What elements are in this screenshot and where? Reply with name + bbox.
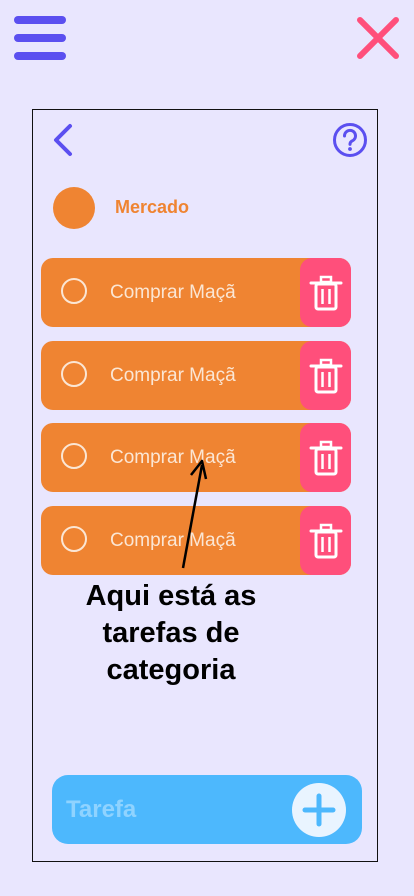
task-checkbox[interactable] bbox=[61, 278, 87, 304]
task-label: Comprar Maçã bbox=[110, 282, 236, 303]
annotation-line: tarefas de bbox=[102, 617, 240, 649]
add-task-bar bbox=[52, 775, 362, 844]
category-color-dot bbox=[53, 187, 95, 229]
delete-task-button[interactable] bbox=[300, 341, 351, 410]
trash-icon bbox=[309, 440, 342, 475]
task-label: Comprar Maçã bbox=[110, 365, 236, 386]
close-icon[interactable] bbox=[354, 14, 402, 62]
annotation-line: Aqui está as bbox=[85, 580, 257, 612]
help-icon[interactable] bbox=[332, 122, 368, 158]
task-item[interactable]: Comprar Maçã bbox=[41, 258, 351, 327]
trash-icon bbox=[309, 275, 342, 310]
add-task-button[interactable] bbox=[292, 783, 346, 837]
annotation-line: categoria bbox=[106, 654, 236, 686]
category-name: Mercado bbox=[115, 197, 190, 217]
hamburger-menu-icon[interactable] bbox=[14, 14, 68, 62]
task-checkbox[interactable] bbox=[61, 443, 87, 469]
trash-icon bbox=[309, 523, 342, 558]
task-item[interactable]: Comprar Maçã bbox=[41, 341, 351, 410]
annotation-arrow-icon bbox=[170, 455, 220, 575]
plus-icon bbox=[302, 793, 336, 827]
annotation-text: Aqui está as tarefas de categoria bbox=[60, 578, 282, 689]
delete-task-button[interactable] bbox=[300, 506, 351, 575]
delete-task-button[interactable] bbox=[300, 258, 351, 327]
task-input[interactable] bbox=[66, 794, 276, 826]
delete-task-button[interactable] bbox=[300, 423, 351, 492]
chevron-left-icon[interactable] bbox=[50, 122, 78, 158]
task-checkbox[interactable] bbox=[61, 526, 87, 552]
task-checkbox[interactable] bbox=[61, 361, 87, 387]
trash-icon bbox=[309, 358, 342, 393]
